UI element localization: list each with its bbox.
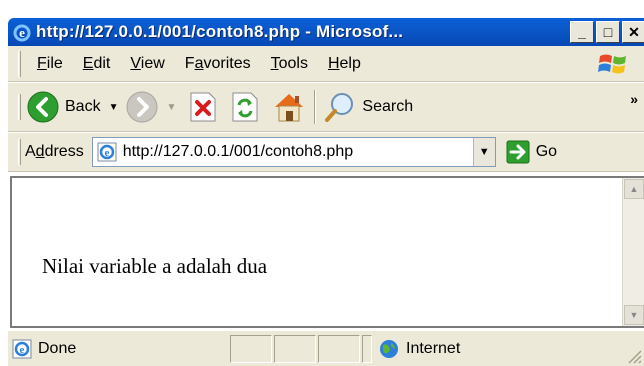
menu-tools[interactable]: Tools <box>261 46 318 82</box>
search-label: Search <box>362 98 414 115</box>
home-button[interactable] <box>272 87 306 127</box>
address-bar-grip[interactable] <box>18 139 21 165</box>
menu-edit[interactable]: Edit <box>73 46 121 82</box>
back-label: Back <box>65 98 101 115</box>
address-label: Address <box>25 143 84 160</box>
status-panel <box>362 334 372 363</box>
toolbar-more-chevron-icon[interactable]: » <box>630 91 638 107</box>
page-ie-icon: e <box>97 142 117 162</box>
menu-favorites[interactable]: Favorites <box>175 46 261 82</box>
toolbar-separator <box>314 90 317 124</box>
forward-arrow-icon <box>126 91 158 123</box>
svg-text:e: e <box>20 344 25 356</box>
page-content: Nilai variable a adalah dua ▲ ▼ <box>10 176 644 328</box>
maximize-button[interactable]: □ <box>596 21 620 43</box>
browser-window: e http://127.0.0.1/001/contoh8.php - Mic… <box>0 0 644 366</box>
vertical-scrollbar[interactable]: ▲ ▼ <box>622 178 644 326</box>
refresh-icon <box>232 92 258 122</box>
window-title: http://127.0.0.1/001/contoh8.php - Micro… <box>36 22 404 41</box>
go-arrow-icon <box>506 140 530 164</box>
scroll-up-button[interactable]: ▲ <box>624 179 644 199</box>
address-input[interactable] <box>122 143 443 161</box>
scroll-up-icon: ▲ <box>629 184 639 194</box>
windows-logo-icon <box>598 54 626 74</box>
status-bar: e Done Internet <box>8 330 644 366</box>
go-label: Go <box>535 143 558 160</box>
scroll-down-icon: ▼ <box>629 310 639 320</box>
stop-icon <box>190 92 216 122</box>
status-text: Done <box>38 339 77 357</box>
menu-view[interactable]: View <box>120 46 174 82</box>
svg-text:e: e <box>19 25 25 40</box>
toolbar-grip[interactable] <box>18 94 21 120</box>
page-text: Nilai variable a adalah dua <box>42 254 268 278</box>
status-panel <box>274 334 316 363</box>
search-icon <box>325 93 354 122</box>
address-dropdown-button[interactable]: ▼ <box>472 138 495 166</box>
minimize-icon: _ <box>578 24 586 40</box>
forward-dropdown-icon[interactable]: ▼ <box>166 102 176 113</box>
menu-help[interactable]: Help <box>318 46 371 82</box>
svg-text:e: e <box>104 147 109 159</box>
title-bar[interactable]: e http://127.0.0.1/001/contoh8.php - Mic… <box>8 18 644 46</box>
back-arrow-icon <box>27 91 59 123</box>
address-bar: Address e ▼ Go <box>8 132 644 172</box>
zone-label: Internet <box>406 339 461 357</box>
scroll-down-button[interactable]: ▼ <box>624 305 644 325</box>
address-box: e ▼ <box>91 137 496 167</box>
close-icon: ✕ <box>628 23 640 40</box>
window-controls: _ □ ✕ <box>570 21 644 43</box>
stop-button[interactable] <box>188 87 218 127</box>
menu-bar-grip[interactable] <box>18 50 21 77</box>
page-done-icon: e <box>12 339 32 358</box>
back-button[interactable]: Back ▼ <box>27 87 126 127</box>
search-button[interactable]: Search <box>324 87 413 127</box>
status-panel <box>318 334 360 363</box>
refresh-button[interactable] <box>230 87 260 127</box>
menu-bar: File Edit View Favorites Tools Help <box>8 46 644 82</box>
forward-button[interactable]: ▼ <box>126 87 184 127</box>
maximize-icon: □ <box>603 24 613 40</box>
security-zone[interactable]: Internet <box>378 338 460 360</box>
back-dropdown-icon[interactable]: ▼ <box>109 102 119 113</box>
ie-icon: e <box>13 24 31 42</box>
resize-grip-icon[interactable] <box>624 346 642 364</box>
close-button[interactable]: ✕ <box>622 21 644 43</box>
chevron-down-icon: ▼ <box>478 146 490 158</box>
internet-globe-icon <box>380 339 398 358</box>
status-panel <box>230 334 272 363</box>
standard-toolbar: Back ▼ ▼ Search » <box>8 82 644 132</box>
home-icon <box>275 94 304 122</box>
go-button[interactable]: Go <box>506 140 557 164</box>
menu-file[interactable]: File <box>27 46 73 82</box>
minimize-button[interactable]: _ <box>570 21 594 43</box>
